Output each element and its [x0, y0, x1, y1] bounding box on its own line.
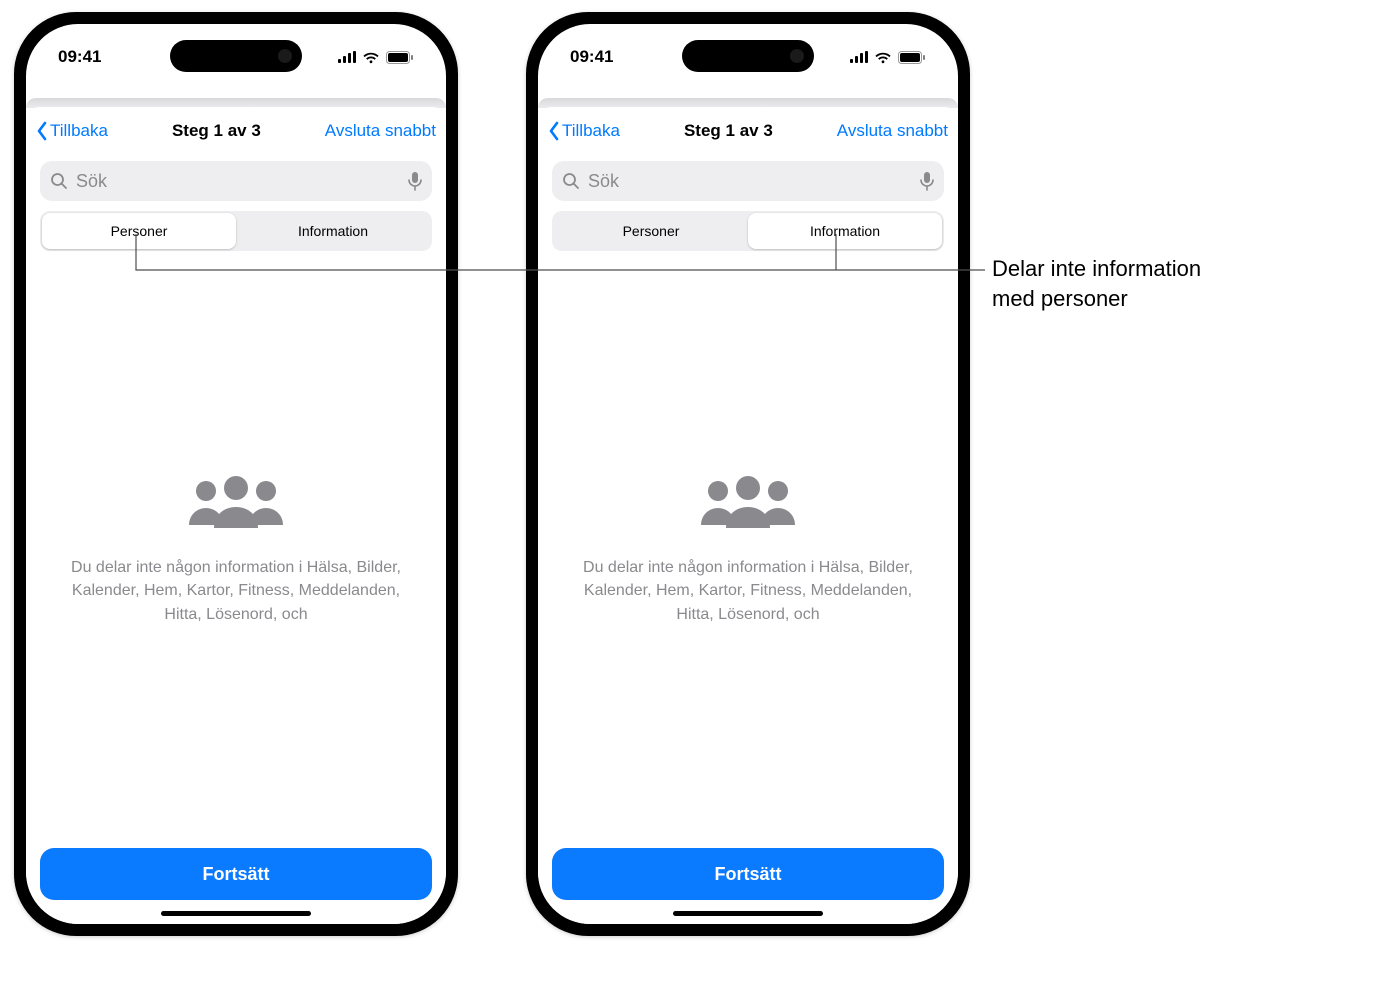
volume-down-button [526, 349, 528, 419]
home-indicator [673, 911, 823, 916]
page-title: Steg 1 av 3 [108, 121, 325, 141]
phone-frame-left: 09:41 T [14, 12, 458, 936]
volume-switch [14, 204, 16, 246]
search-field[interactable] [40, 161, 432, 201]
search-field[interactable] [552, 161, 944, 201]
quick-exit-button[interactable]: Avsluta snabbt [325, 121, 436, 141]
volume-up-button [526, 264, 528, 334]
search-icon [562, 172, 580, 190]
back-button[interactable]: Tillbaka [36, 121, 108, 141]
tab-information[interactable]: Information [748, 213, 942, 249]
chevron-left-icon [36, 121, 48, 141]
chevron-left-icon [548, 121, 560, 141]
volume-down-button [14, 349, 16, 419]
empty-state: Du delar inte någon information i Hälsa,… [26, 251, 446, 848]
page-title: Steg 1 av 3 [620, 121, 837, 141]
empty-state-description: Du delar inte någon information i Hälsa,… [568, 556, 928, 626]
search-icon [50, 172, 68, 190]
callout-label: Delar inte information med personer [992, 254, 1332, 313]
segmented-control: Personer Information [552, 211, 944, 251]
empty-state: Du delar inte någon information i Hälsa,… [538, 251, 958, 848]
tab-personer[interactable]: Personer [42, 213, 236, 249]
status-time: 09:41 [570, 47, 613, 67]
quick-exit-button[interactable]: Avsluta snabbt [837, 121, 948, 141]
nav-bar: Tillbaka Steg 1 av 3 Avsluta snabbt [26, 107, 446, 155]
continue-button[interactable]: Fortsätt [552, 848, 944, 900]
tab-information[interactable]: Information [236, 213, 430, 249]
empty-state-description: Du delar inte någon information i Hälsa,… [56, 556, 416, 626]
battery-icon [386, 51, 414, 64]
back-label: Tillbaka [50, 121, 108, 141]
search-input[interactable] [586, 170, 920, 193]
cellular-signal-icon [850, 51, 868, 63]
wifi-icon [874, 51, 892, 64]
back-button[interactable]: Tillbaka [548, 121, 620, 141]
status-bar: 09:41 [26, 42, 446, 72]
phone-frame-right: 09:41 T [526, 12, 970, 936]
segmented-control: Personer Information [40, 211, 432, 251]
battery-icon [898, 51, 926, 64]
cellular-signal-icon [338, 51, 356, 63]
people-group-icon [693, 473, 803, 538]
tab-personer[interactable]: Personer [554, 213, 748, 249]
continue-button[interactable]: Fortsätt [40, 848, 432, 900]
back-label: Tillbaka [562, 121, 620, 141]
people-group-icon [181, 473, 291, 538]
volume-up-button [14, 264, 16, 334]
status-time: 09:41 [58, 47, 101, 67]
status-bar: 09:41 [538, 42, 958, 72]
nav-bar: Tillbaka Steg 1 av 3 Avsluta snabbt [538, 107, 958, 155]
wifi-icon [362, 51, 380, 64]
volume-switch [526, 204, 528, 246]
home-indicator [161, 911, 311, 916]
power-button [456, 279, 458, 389]
microphone-icon[interactable] [408, 171, 422, 191]
microphone-icon[interactable] [920, 171, 934, 191]
power-button [968, 279, 970, 389]
search-input[interactable] [74, 170, 408, 193]
